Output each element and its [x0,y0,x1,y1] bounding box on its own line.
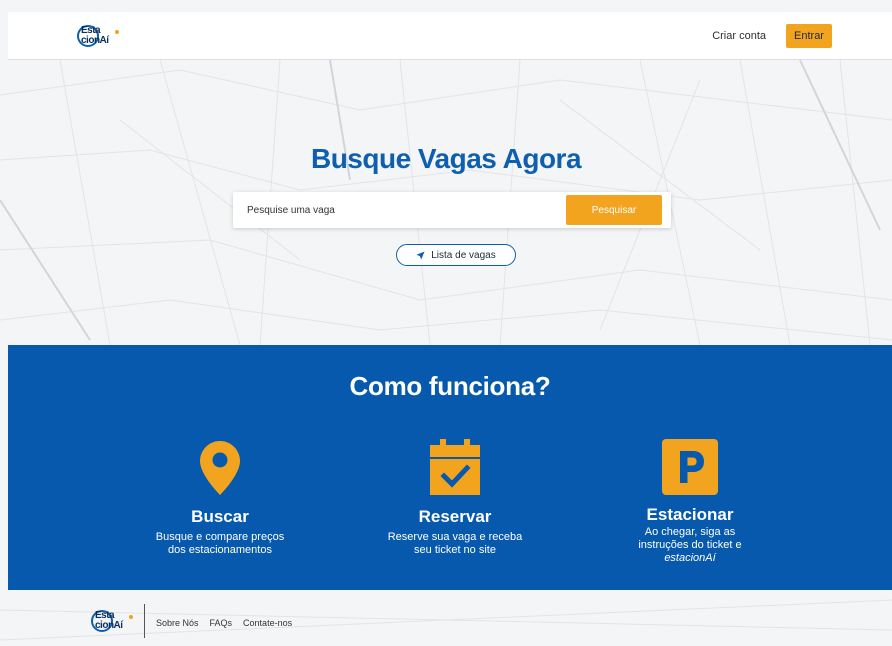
footer-link-contact[interactable]: Contate-nos [243,618,292,628]
step-park-desc-brand: estacionAí [590,552,790,565]
step-park-title: Estacionar [646,505,734,524]
parking-icon [662,439,718,495]
footer-logo[interactable]: Esta cionAí [89,607,135,635]
parking-list-label: Lista de vagas [431,249,496,261]
search-bar: Pesquisar [233,192,671,228]
step-park-desc-line: Ao chegar, siga as [644,526,736,538]
step-reserve-desc-line: seu ticket no site [414,544,496,556]
step-search-desc-line: Busque e compare preços [155,531,285,543]
step-reserve-desc: Reserve sua vaga e receba seu ticket no … [355,531,555,557]
brand-emphasis: estacionAí [664,552,716,564]
page: Esta cionAí Criar conta Entrar Busque Va… [0,0,892,646]
step-reserve: Reservar Reserve sua vaga e receba seu t… [355,435,555,557]
step-search-desc: Busque e compare preços dos estacionamen… [120,531,320,557]
step-search-title: Buscar [191,507,249,526]
header-nav: Criar conta Entrar [712,24,832,48]
logo[interactable]: Esta cionAí [75,22,121,50]
step-park-desc: Ao chegar, siga as instruções do ticket … [590,526,790,565]
create-account-link[interactable]: Criar conta [712,30,766,42]
step-reserve-title: Reservar [418,507,492,526]
search-input[interactable] [247,192,557,228]
how-it-works-title: Como funciona? [349,371,551,401]
top-header: Esta cionAí Criar conta Entrar [8,12,892,60]
parking-list-button[interactable]: Lista de vagas [396,244,516,266]
search-button[interactable]: Pesquisar [566,195,662,225]
map-pin-icon [200,441,240,495]
logo-mark-icon: Esta cionAí [89,607,135,635]
footer-divider [144,604,145,638]
logo-text-bottom: cionAí [95,620,123,631]
footer-links: Sobre Nós FAQs Contate-nos [156,618,292,628]
footer-link-faqs[interactable]: FAQs [210,618,233,628]
logo-mark-icon: Esta cionAí [75,22,121,50]
calendar-check-icon [430,439,480,495]
how-it-works-section: Como funciona? Buscar Busque e compare p… [8,345,892,590]
hero-title: Busque Vagas Agora [310,143,582,174]
footer: Esta cionAí Sobre Nós FAQs Contate-nos [8,598,892,646]
login-button[interactable]: Entrar [786,24,832,48]
step-park-desc-line: instruções do ticket e [638,539,742,551]
step-search-desc-line: dos estacionamentos [168,544,272,556]
step-park: Estacionar Ao chegar, siga as instruções… [590,435,790,565]
step-reserve-desc-line: Reserve sua vaga e receba [387,531,523,543]
send-arrow-icon [416,250,425,260]
footer-link-about[interactable]: Sobre Nós [156,618,199,628]
logo-text-bottom: cionAí [81,35,109,46]
step-search: Buscar Busque e compare preços dos estac… [120,435,320,557]
